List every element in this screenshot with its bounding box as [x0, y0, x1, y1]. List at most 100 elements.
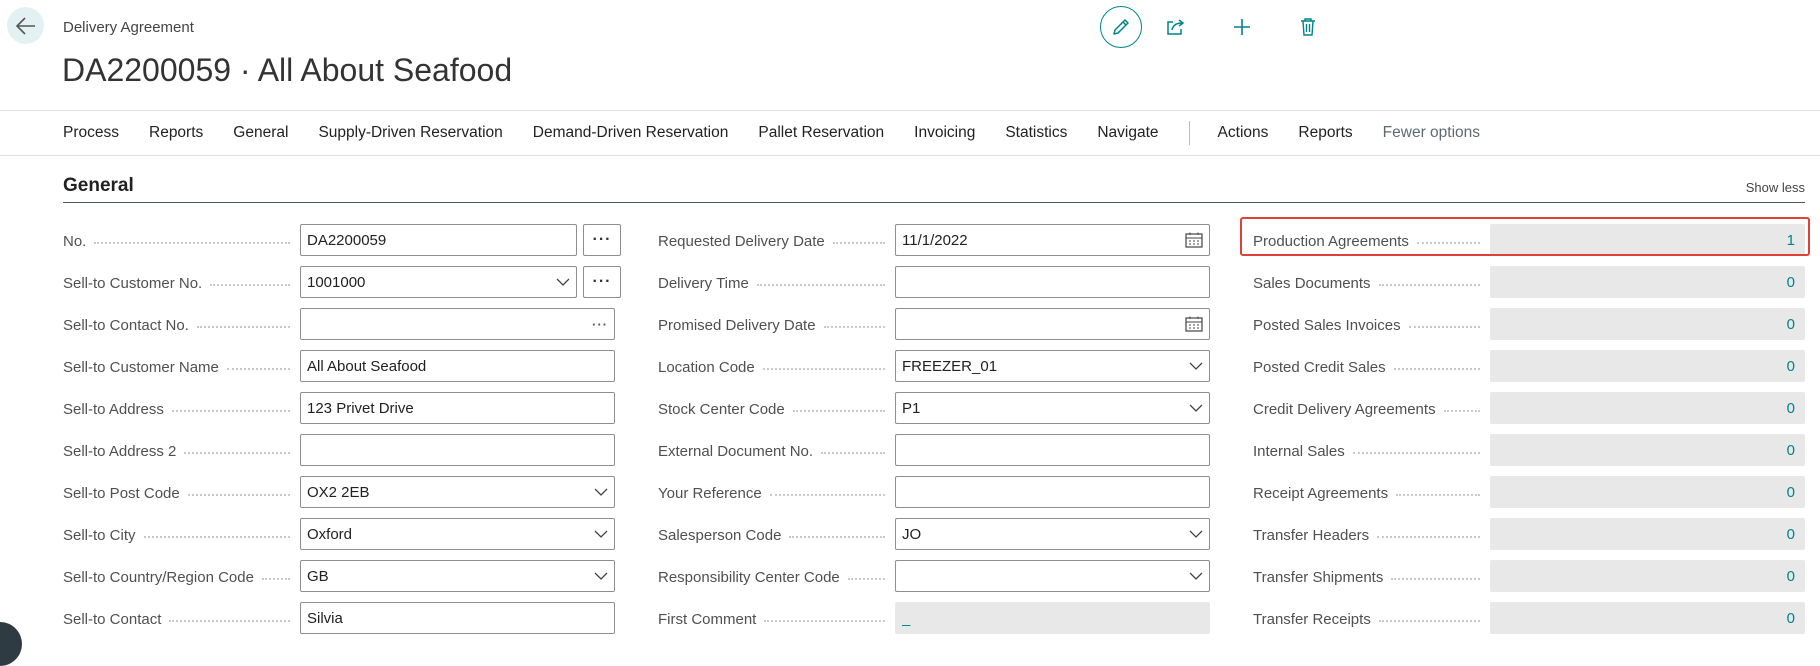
transfer-headers-count[interactable]: 0 [1490, 518, 1805, 550]
section-title[interactable]: General [63, 175, 134, 197]
menu-invoicing[interactable]: Invoicing [914, 124, 975, 142]
chevron-down-icon [594, 488, 608, 496]
page-type-caption: Delivery Agreement [63, 19, 194, 36]
your-reference-input[interactable] [895, 476, 1210, 508]
location-code-select[interactable]: FREEZER_01 [895, 350, 1210, 382]
stock-center-code-select[interactable]: P1 [895, 392, 1210, 424]
menu-process[interactable]: Process [63, 124, 119, 142]
no-input[interactable]: DA2200059 [300, 224, 577, 256]
field-label: Sales Documents [1253, 274, 1371, 292]
field-sell-to-address-2: Sell-to Address 2 [63, 434, 615, 476]
action-bar: Process Reports General Supply-Driven Re… [0, 110, 1820, 156]
ellipsis-icon[interactable]: ··· [592, 317, 608, 332]
field-transfer-shipments: Transfer Shipments 0 [1253, 560, 1805, 602]
calendar-icon[interactable] [1185, 316, 1203, 332]
menu-separator [1188, 121, 1190, 145]
sell-to-address-2-input[interactable] [300, 434, 615, 466]
field-location-code: Location Code FREEZER_01 [658, 350, 1210, 392]
credit-delivery-agreements-count[interactable]: 0 [1490, 392, 1805, 424]
sell-to-customer-no-select[interactable]: 1001000 [300, 266, 577, 298]
sell-to-customer-no-assist-button[interactable]: ··· [583, 266, 621, 298]
ellipsis-icon: ··· [592, 231, 612, 248]
field-receipt-agreements: Receipt Agreements 0 [1253, 476, 1805, 518]
field-value: 0 [1786, 567, 1795, 585]
no-assist-button[interactable]: ··· [583, 224, 621, 256]
menu-statistics[interactable]: Statistics [1005, 124, 1067, 142]
menu-pallet-reservation[interactable]: Pallet Reservation [758, 124, 884, 142]
calendar-icon[interactable] [1185, 232, 1203, 248]
sell-to-contact-no-input[interactable]: ··· [300, 308, 615, 340]
field-sell-to-customer-name: Sell-to Customer Name All About Seafood [63, 350, 615, 392]
field-label: First Comment [658, 610, 757, 628]
field-value: 0 [1786, 399, 1795, 417]
field-value: 0 [1786, 483, 1795, 501]
back-button[interactable] [7, 7, 44, 44]
external-document-no-input[interactable] [895, 434, 1210, 466]
responsibility-center-code-select[interactable] [895, 560, 1210, 592]
field-label: Sell-to Customer No. [63, 274, 203, 292]
field-value: OX2 2EB [307, 483, 370, 501]
posted-sales-invoices-count[interactable]: 0 [1490, 308, 1805, 340]
field-value: Silvia [307, 609, 343, 627]
field-sell-to-city: Sell-to City Oxford [63, 518, 615, 560]
chevron-down-icon [1189, 530, 1203, 538]
sell-to-country-region-code-select[interactable]: GB [300, 560, 615, 592]
field-label: Sell-to Country/Region Code [63, 568, 254, 586]
delete-button[interactable] [1288, 6, 1328, 48]
field-value: _ [902, 609, 911, 627]
promised-delivery-date-input[interactable] [895, 308, 1210, 340]
field-transfer-headers: Transfer Headers 0 [1253, 518, 1805, 560]
internal-sales-count[interactable]: 0 [1490, 434, 1805, 466]
sell-to-customer-name-input[interactable]: All About Seafood [300, 350, 615, 382]
field-value: FREEZER_01 [902, 357, 998, 375]
menu-navigate[interactable]: Navigate [1097, 124, 1158, 142]
field-sell-to-contact: Sell-to Contact Silvia [63, 602, 615, 644]
field-requested-delivery-date: Requested Delivery Date 11/1/2022 [658, 224, 1210, 266]
menu-general[interactable]: General [233, 124, 288, 142]
transfer-receipts-count[interactable]: 0 [1490, 602, 1805, 634]
field-promised-delivery-date: Promised Delivery Date [658, 308, 1210, 350]
field-internal-sales: Internal Sales 0 [1253, 434, 1805, 476]
field-label: Sell-to Address [63, 400, 164, 418]
sell-to-address-input[interactable]: 123 Privet Drive [300, 392, 615, 424]
action-menu: Process Reports General Supply-Driven Re… [63, 111, 1510, 155]
menu-demand-driven-reservation[interactable]: Demand-Driven Reservation [533, 124, 729, 142]
plus-icon [1234, 19, 1250, 35]
salesperson-code-select[interactable]: JO [895, 518, 1210, 550]
posted-credit-sales-count[interactable]: 0 [1490, 350, 1805, 382]
first-comment-value[interactable]: _ [895, 602, 1210, 634]
chevron-down-icon [594, 572, 608, 580]
field-value: Oxford [307, 525, 353, 543]
field-label: Responsibility Center Code [658, 568, 840, 586]
field-delivery-time: Delivery Time [658, 266, 1210, 308]
menu-supply-driven-reservation[interactable]: Supply-Driven Reservation [318, 124, 502, 142]
requested-delivery-date-input[interactable]: 11/1/2022 [895, 224, 1210, 256]
avatar[interactable] [0, 622, 22, 666]
field-transfer-receipts: Transfer Receipts 0 [1253, 602, 1805, 644]
sales-documents-count[interactable]: 0 [1490, 266, 1805, 298]
menu-actions[interactable]: Actions [1218, 124, 1269, 142]
field-sell-to-customer-no: Sell-to Customer No. 1001000 ··· [63, 266, 621, 308]
transfer-shipments-count[interactable]: 0 [1490, 560, 1805, 592]
field-value: All About Seafood [307, 357, 427, 375]
new-button[interactable] [1222, 6, 1262, 48]
field-value: 123 Privet Drive [307, 399, 414, 417]
delivery-time-input[interactable] [895, 266, 1210, 298]
field-label: Internal Sales [1253, 442, 1345, 460]
field-stock-center-code: Stock Center Code P1 [658, 392, 1210, 434]
menu-reports-secondary[interactable]: Reports [1298, 124, 1352, 142]
sell-to-contact-input[interactable]: Silvia [300, 602, 615, 634]
share-icon [1167, 19, 1185, 35]
sell-to-post-code-select[interactable]: OX2 2EB [300, 476, 615, 508]
sell-to-city-select[interactable]: Oxford [300, 518, 615, 550]
fewer-options-link[interactable]: Fewer options [1383, 124, 1480, 142]
menu-reports[interactable]: Reports [149, 124, 203, 142]
share-button[interactable] [1156, 6, 1196, 48]
chevron-down-icon [556, 278, 570, 286]
receipt-agreements-count[interactable]: 0 [1490, 476, 1805, 508]
field-value: P1 [902, 399, 921, 417]
show-less-link[interactable]: Show less [1746, 180, 1805, 195]
field-value: 0 [1786, 525, 1795, 543]
edit-button[interactable] [1100, 6, 1142, 48]
field-label: Posted Sales Invoices [1253, 316, 1401, 334]
